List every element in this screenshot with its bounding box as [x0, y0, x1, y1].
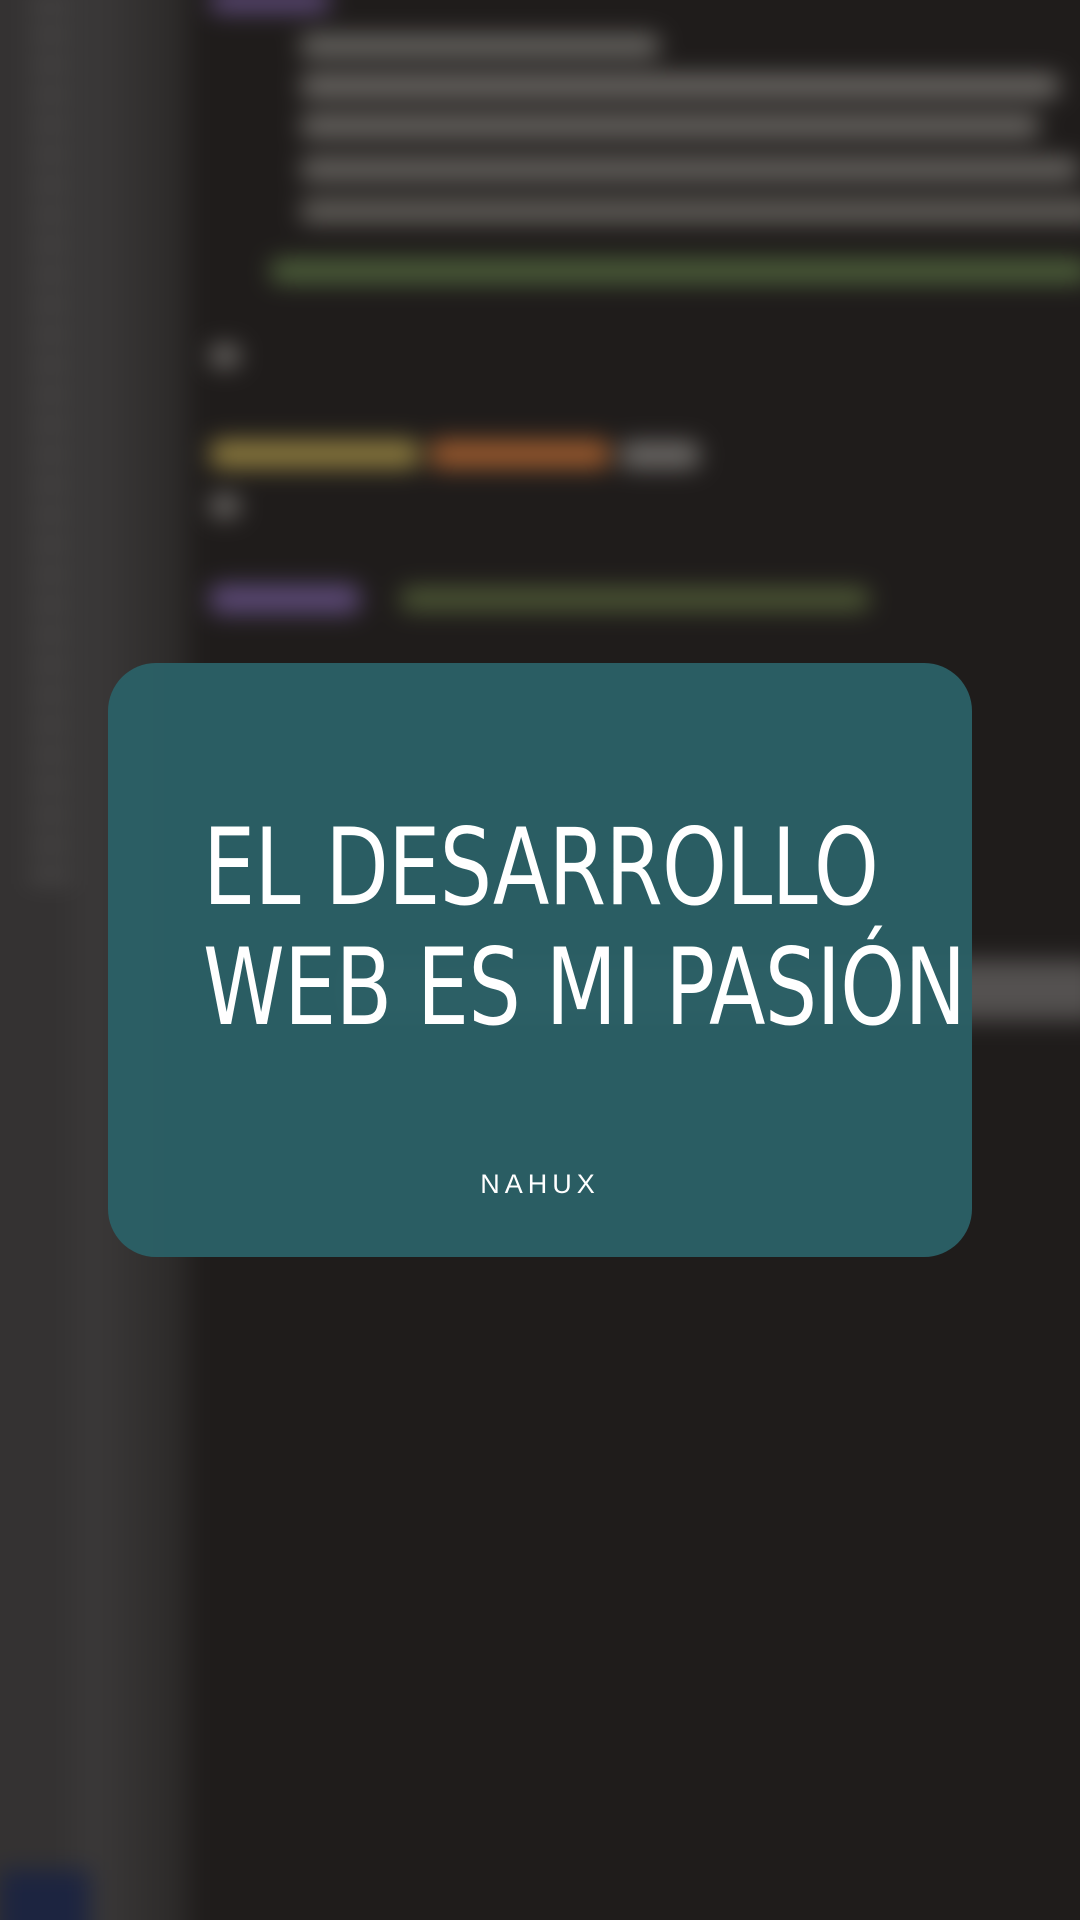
code-line — [400, 588, 870, 610]
headline: EL DESARROLLO WEB ES MI PASIÓN — [203, 806, 966, 1049]
code-line — [210, 495, 240, 517]
editor-status-corner — [0, 1870, 90, 1920]
code-line — [210, 585, 360, 613]
code-line — [270, 260, 1080, 282]
code-line — [300, 115, 1040, 137]
code-line — [300, 200, 1080, 222]
headline-line-2: WEB ES MI PASIÓN — [203, 926, 966, 1049]
author-name: NAHUX — [480, 1169, 600, 1199]
story-canvas: EL DESARROLLO WEB ES MI PASIÓN NAHUX — [0, 0, 1080, 1920]
code-line — [430, 440, 610, 468]
code-line — [210, 0, 330, 12]
code-line — [210, 440, 420, 468]
code-line — [620, 442, 700, 468]
code-line — [300, 158, 1080, 180]
quote-card: EL DESARROLLO WEB ES MI PASIÓN NAHUX — [108, 663, 972, 1257]
line-numbers — [30, 0, 70, 900]
code-line — [300, 35, 660, 57]
code-line — [300, 75, 1060, 97]
headline-line-1: EL DESARROLLO — [203, 806, 879, 929]
code-line — [210, 345, 240, 367]
